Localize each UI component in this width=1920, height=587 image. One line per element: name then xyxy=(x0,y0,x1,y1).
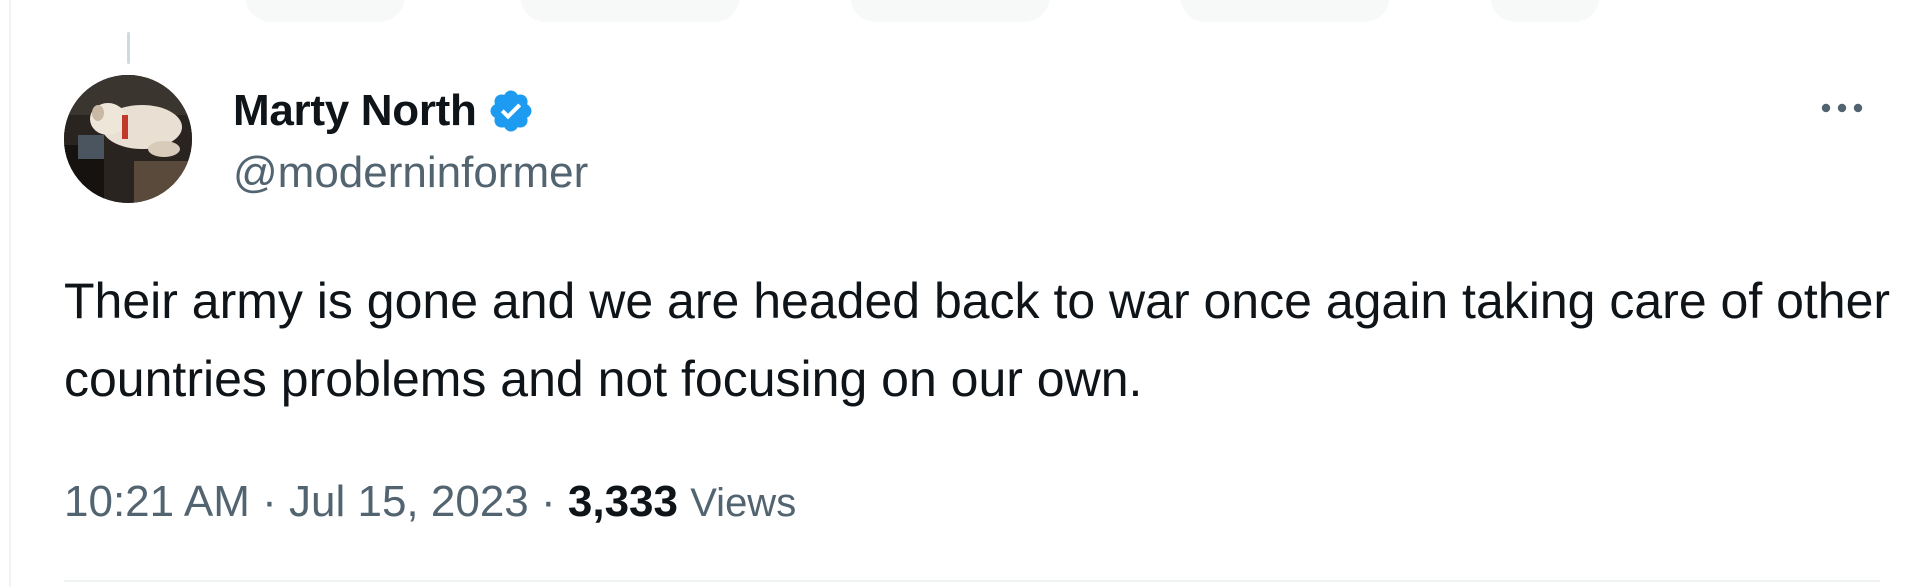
more-options-button[interactable] xyxy=(1812,84,1872,132)
tweet-time: 10:21 AM xyxy=(64,477,250,526)
tweet-time-link[interactable]: 10:21 AM · Jul 15, 2023 xyxy=(64,477,529,526)
action-placeholder xyxy=(245,0,405,22)
avatar[interactable] xyxy=(64,75,192,203)
divider xyxy=(64,580,1880,582)
more-options-icon xyxy=(1821,103,1863,113)
action-placeholder xyxy=(520,0,740,22)
meta-separator: · xyxy=(249,477,290,526)
views-label: Views xyxy=(690,481,797,525)
author-name-row[interactable]: Marty North xyxy=(233,84,535,138)
action-placeholder xyxy=(1490,0,1600,22)
tweet-date: Jul 15, 2023 xyxy=(289,477,529,526)
tweet-text: Their army is gone and we are headed bac… xyxy=(64,273,1904,407)
verified-badge-icon[interactable] xyxy=(487,87,535,135)
previous-tweet-actions xyxy=(0,0,1920,24)
meta-separator: · xyxy=(528,477,568,526)
thread-connector-line xyxy=(127,32,130,64)
author-display-name[interactable]: Marty North xyxy=(233,84,477,138)
column-border xyxy=(9,0,11,587)
action-placeholder xyxy=(1180,0,1390,22)
tweet-metadata: 10:21 AM · Jul 15, 2023 · 3,333 Views xyxy=(64,474,796,531)
tweet-detail: Marty North @moderninformer Their army i… xyxy=(0,0,1920,587)
views-count: 3,333 xyxy=(567,477,678,526)
dog-photo-avatar xyxy=(64,75,192,203)
action-placeholder xyxy=(850,0,1050,22)
author-handle[interactable]: @moderninformer xyxy=(233,146,588,200)
